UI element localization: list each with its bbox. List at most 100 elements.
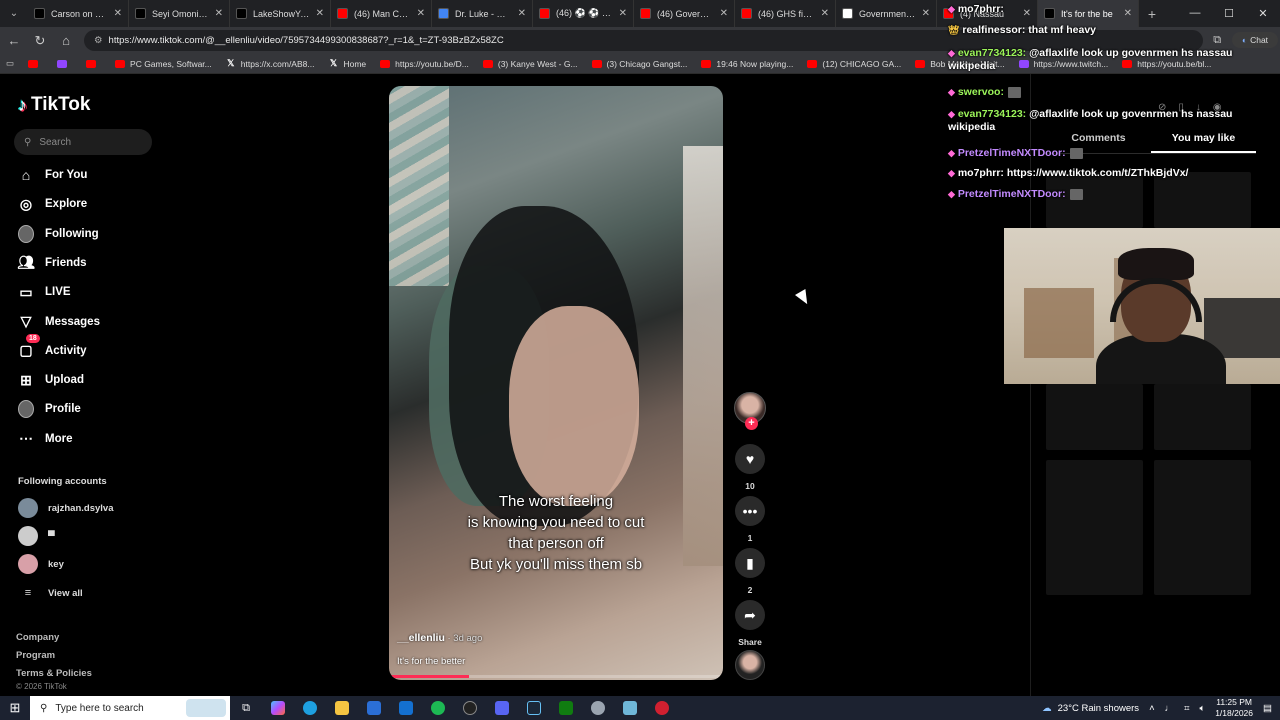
app-icon[interactable] bbox=[582, 696, 614, 720]
bookmark-item[interactable]: 19:46 Now playing... bbox=[701, 59, 793, 69]
video-author[interactable]: __ellenliu · 3d ago bbox=[397, 632, 482, 644]
creator-avatar[interactable]: + bbox=[734, 392, 766, 430]
bookmark-item[interactable] bbox=[86, 59, 101, 68]
site-info-icon[interactable]: ⚙ bbox=[94, 35, 103, 46]
outlook-icon[interactable] bbox=[390, 696, 422, 720]
share-button[interactable]: ➦ Share bbox=[733, 600, 767, 647]
browser-tab[interactable]: LakeShowYo on X ✕ bbox=[230, 0, 331, 27]
sidebar-item-live[interactable]: ▭ LIVE bbox=[18, 284, 70, 300]
footer-link[interactable]: Terms & Policies bbox=[16, 665, 92, 683]
bookmark-button[interactable]: ▮ 2 bbox=[733, 548, 767, 595]
follow-plus-icon[interactable]: + bbox=[745, 417, 758, 430]
bookmarks-folder-icon[interactable]: ▭ bbox=[6, 58, 14, 69]
sidebar-item-friends[interactable]: 👥︎ Friends bbox=[17, 254, 86, 271]
heart-icon[interactable]: ♥ bbox=[735, 444, 765, 474]
bookmark-item[interactable]: (12) CHICAGO GA... bbox=[807, 59, 901, 69]
view-all-button[interactable]: ≡ View all bbox=[18, 587, 83, 599]
tab-close-icon[interactable]: ✕ bbox=[720, 8, 728, 19]
sidebar-item-for-you[interactable]: ⌂ For You bbox=[18, 167, 88, 183]
tab-close-icon[interactable]: ✕ bbox=[821, 8, 829, 19]
up-arrow-icon[interactable]: ˄ bbox=[1149, 703, 1155, 714]
tab-close-icon[interactable]: ✕ bbox=[417, 8, 425, 19]
taskbar-search-input[interactable]: ⚲ Type here to search bbox=[30, 696, 230, 720]
bookmark-item[interactable] bbox=[28, 59, 43, 68]
network-icon[interactable]: ⌗ bbox=[1184, 703, 1189, 714]
video-progress-bar[interactable] bbox=[389, 675, 723, 678]
tiktok-logo[interactable]: ♪ TikTok bbox=[18, 94, 90, 116]
recommended-thumb[interactable] bbox=[1154, 384, 1251, 450]
volume-icon[interactable]: 🔈︎ bbox=[1199, 703, 1205, 714]
browser-tab[interactable]: (46) ⚽ ⚽ - YouT ✕ bbox=[533, 0, 634, 27]
sidebar-item-messages[interactable]: ▽ Messages bbox=[18, 313, 100, 330]
sidebar-item-following[interactable]: Following bbox=[18, 224, 99, 243]
spotify-icon[interactable] bbox=[422, 696, 454, 720]
sidebar-item-explore[interactable]: ◎ Explore bbox=[18, 196, 87, 212]
account-avatar[interactable] bbox=[18, 498, 38, 518]
reload-icon[interactable]: ↻ bbox=[32, 33, 48, 49]
browser-tab[interactable]: Dr. Luke - Google ✕ bbox=[432, 0, 533, 27]
recommended-thumb[interactable] bbox=[1154, 460, 1251, 595]
sidebar-item-upload[interactable]: ⊞ Upload bbox=[18, 372, 84, 388]
bookmark-item[interactable] bbox=[57, 59, 72, 68]
chat-button[interactable]: ◐ Chat bbox=[1232, 32, 1278, 48]
bookmark-item[interactable]: PC Games, Softwar... bbox=[115, 59, 212, 69]
steam-icon[interactable] bbox=[518, 696, 550, 720]
media-player-icon[interactable] bbox=[454, 696, 486, 720]
music-disc-button[interactable] bbox=[733, 650, 767, 680]
browser-tab[interactable]: Seyi Omonira on X ✕ bbox=[129, 0, 230, 27]
account-avatar[interactable] bbox=[18, 526, 38, 546]
footer-link[interactable]: Company bbox=[16, 629, 92, 647]
account-name[interactable]: key bbox=[48, 559, 64, 570]
sidebar-item-profile[interactable]: Profile bbox=[18, 400, 81, 419]
tab-close-icon[interactable]: ✕ bbox=[922, 8, 930, 19]
bookmark-item[interactable]: https://youtu.be/D... bbox=[380, 59, 469, 69]
sidebar-item-more[interactable]: ⋯ More bbox=[18, 430, 72, 447]
home-icon[interactable]: ⌂ bbox=[58, 33, 74, 48]
notifications-icon[interactable]: ▤ bbox=[1263, 703, 1272, 714]
search-input[interactable]: ⚲ Search bbox=[14, 129, 152, 155]
creator-avatar-button[interactable]: + bbox=[733, 392, 767, 430]
tab-close-icon[interactable]: ✕ bbox=[114, 8, 122, 19]
bookmark-icon[interactable]: ▮ bbox=[735, 548, 765, 578]
tab-search-icon[interactable]: ⌄ bbox=[0, 0, 28, 27]
store-icon[interactable] bbox=[358, 696, 390, 720]
following-account[interactable]: ▀ bbox=[18, 526, 55, 546]
music-disc-icon[interactable] bbox=[735, 650, 765, 680]
following-account[interactable]: key bbox=[18, 554, 64, 574]
account-name[interactable]: ▀ bbox=[48, 531, 55, 542]
tab-close-icon[interactable]: ✕ bbox=[215, 8, 223, 19]
browser-tab[interactable]: Carson on X: "ma ✕ bbox=[28, 0, 129, 27]
footer-link[interactable]: Program bbox=[16, 647, 92, 665]
like-button[interactable]: ♥ 10 bbox=[733, 444, 767, 491]
back-icon[interactable]: ← bbox=[6, 33, 22, 48]
task-view-icon[interactable]: ⧉ bbox=[230, 696, 262, 720]
xbox-icon[interactable] bbox=[550, 696, 582, 720]
app-icon[interactable] bbox=[614, 696, 646, 720]
video-player[interactable]: The worst feeling is knowing you need to … bbox=[389, 86, 723, 680]
windows-start-icon[interactable]: ⊞ bbox=[0, 700, 30, 716]
recommended-thumb[interactable] bbox=[1046, 384, 1143, 450]
obs-icon[interactable] bbox=[646, 696, 678, 720]
bookmark-item[interactable]: 𝕏 Home bbox=[328, 58, 366, 69]
file-explorer-icon[interactable] bbox=[326, 696, 358, 720]
clock[interactable]: 11:25 PM 1/18/2026 bbox=[1215, 697, 1253, 719]
bookmark-item[interactable]: 𝕏https://x.com/AB8... bbox=[226, 58, 314, 69]
tab-close-icon[interactable]: ✕ bbox=[619, 8, 627, 19]
browser-tab[interactable]: (46) Government ✕ bbox=[634, 0, 735, 27]
tab-close-icon[interactable]: ✕ bbox=[518, 8, 526, 19]
tab-close-icon[interactable]: ✕ bbox=[316, 8, 324, 19]
comment-icon[interactable]: ••• bbox=[735, 496, 765, 526]
edge-icon[interactable] bbox=[294, 696, 326, 720]
author-handle[interactable]: __ellenliu bbox=[397, 632, 445, 644]
weather-widget[interactable]: ☁ 23°C Rain showers bbox=[1042, 703, 1139, 714]
discord-icon[interactable] bbox=[486, 696, 518, 720]
browser-tab[interactable]: (46) GHS final - Y ✕ bbox=[735, 0, 836, 27]
browser-tab[interactable]: (46) Man Creating ✕ bbox=[331, 0, 432, 27]
bookmark-item[interactable]: (3) Chicago Gangst... bbox=[591, 59, 687, 69]
browser-tab[interactable]: Government High ✕ bbox=[836, 0, 937, 27]
following-account[interactable]: rajzhan.dsylva bbox=[18, 498, 113, 518]
sidebar-item-activity[interactable]: ▢ 18 Activity bbox=[18, 333, 87, 359]
account-avatar[interactable] bbox=[18, 554, 38, 574]
recommended-thumb[interactable] bbox=[1046, 460, 1143, 595]
share-icon[interactable]: ➦ bbox=[735, 600, 765, 630]
